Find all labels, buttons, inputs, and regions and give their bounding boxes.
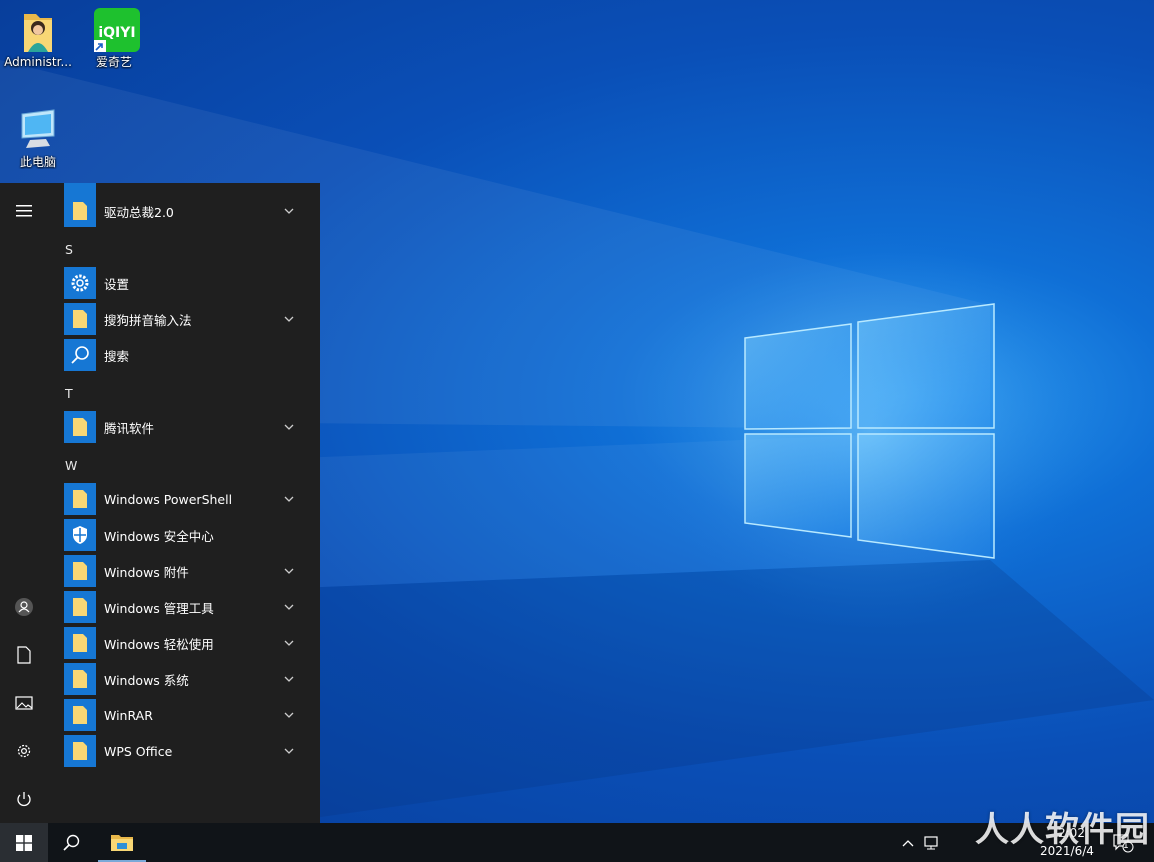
app-item-system[interactable]: Windows 系统 [64,662,312,696]
documents-button[interactable] [0,631,48,679]
show-hidden-icons-button[interactable] [898,823,918,862]
folder-icon [64,303,96,335]
svg-text:iQIYI: iQIYI [98,25,135,41]
chevron-down-icon[interactable] [282,564,296,578]
gear-icon [17,744,31,758]
app-item-driver[interactable]: 驱动总裁2.0 [64,194,312,228]
start-menu: 驱动总裁2.0 S 设置 搜狗拼音输入法 搜索 T 腾讯软件 W Windows… [0,183,320,823]
chevron-up-icon [902,839,914,846]
desktop-icon-this-pc[interactable]: 此电脑 [1,108,75,169]
app-item-security-center[interactable]: Windows 安全中心 [64,518,312,552]
folder-icon [64,411,96,443]
app-label: Windows 系统 [104,672,189,688]
search-icon [63,834,80,851]
chevron-down-icon[interactable] [282,636,296,650]
app-item-accessories[interactable]: Windows 附件 [64,554,312,588]
folder-icon [64,735,96,767]
document-icon [17,646,31,664]
chevron-down-icon[interactable] [282,744,296,758]
app-item-admin-tools[interactable]: Windows 管理工具 [64,590,312,624]
folder-icon [64,591,96,623]
gear-icon [64,267,96,299]
app-label: 腾讯软件 [104,420,155,436]
desktop-icon-label: 此电脑 [19,155,56,169]
taskbar-search-button[interactable] [48,823,96,862]
app-item-sogou[interactable]: 搜狗拼音输入法 [64,302,312,336]
app-item-settings[interactable]: 设置 [64,266,312,300]
folder-icon [64,195,96,227]
app-label: Windows 附件 [104,564,189,580]
desktop-icon-iqiyi[interactable]: iQIYI 爱奇艺 [77,8,151,69]
app-item-powershell[interactable]: Windows PowerShell [64,482,312,516]
app-label: 驱动总裁2.0 [104,204,174,220]
computer-icon [16,108,60,152]
folder-icon [64,483,96,515]
file-explorer-icon [111,834,133,851]
folder-icon [64,555,96,587]
folder-icon [64,699,96,731]
user-folder-icon [16,8,60,52]
chevron-down-icon[interactable] [282,492,296,506]
shield-icon [64,519,96,551]
iqiyi-icon: iQIYI [92,8,140,52]
user-icon [15,598,33,616]
account-button[interactable] [0,583,48,631]
file-explorer-button[interactable] [98,823,146,862]
app-label: 设置 [104,276,130,292]
app-label: Windows 安全中心 [104,528,214,544]
chevron-down-icon[interactable] [282,204,296,218]
app-list: 驱动总裁2.0 S 设置 搜狗拼音输入法 搜索 T 腾讯软件 W Windows… [48,183,320,823]
network-icon [924,835,938,849]
app-label: Windows PowerShell [104,491,233,507]
app-label: Windows 轻松使用 [104,636,214,652]
app-label: 搜狗拼音输入法 [104,312,192,328]
pictures-button[interactable] [0,679,48,727]
app-label: WinRAR [104,707,153,723]
chevron-down-icon[interactable] [282,420,296,434]
app-label: 搜索 [104,348,130,364]
desktop-icon-administrator[interactable]: Administr... [1,8,75,69]
chevron-down-icon[interactable] [282,600,296,614]
power-button[interactable] [0,775,48,823]
folder-icon [64,663,96,695]
windows-logo-icon [16,834,32,851]
watermark: 人人软件园 [975,810,1150,850]
app-item-wps-office[interactable]: WPS Office [64,734,312,768]
network-button[interactable] [920,823,944,862]
settings-button[interactable] [0,727,48,775]
app-label: WPS Office [104,743,173,759]
app-item-tencent[interactable]: 腾讯软件 [64,410,312,444]
expand-menu-button[interactable] [0,187,48,235]
power-icon [17,792,31,807]
app-item-ease-of-access[interactable]: Windows 轻松使用 [64,626,312,660]
chevron-down-icon[interactable] [282,312,296,326]
app-label: Windows 管理工具 [104,600,214,616]
chevron-down-icon[interactable] [282,708,296,722]
start-rail [0,183,48,823]
folder-icon [64,627,96,659]
section-letter-w[interactable]: W [65,458,77,473]
section-letter-t[interactable]: T [65,386,73,401]
search-icon [64,339,96,371]
desktop-icon-label: Administr... [4,55,72,69]
hamburger-icon [16,205,32,217]
section-letter-s[interactable]: S [65,242,73,257]
chevron-down-icon[interactable] [282,672,296,686]
desktop-icon-label: 爱奇艺 [95,55,132,69]
app-item-winrar[interactable]: WinRAR [64,698,312,732]
app-item-search[interactable]: 搜索 [64,338,312,372]
pictures-icon [15,696,33,710]
start-button[interactable] [0,823,48,862]
